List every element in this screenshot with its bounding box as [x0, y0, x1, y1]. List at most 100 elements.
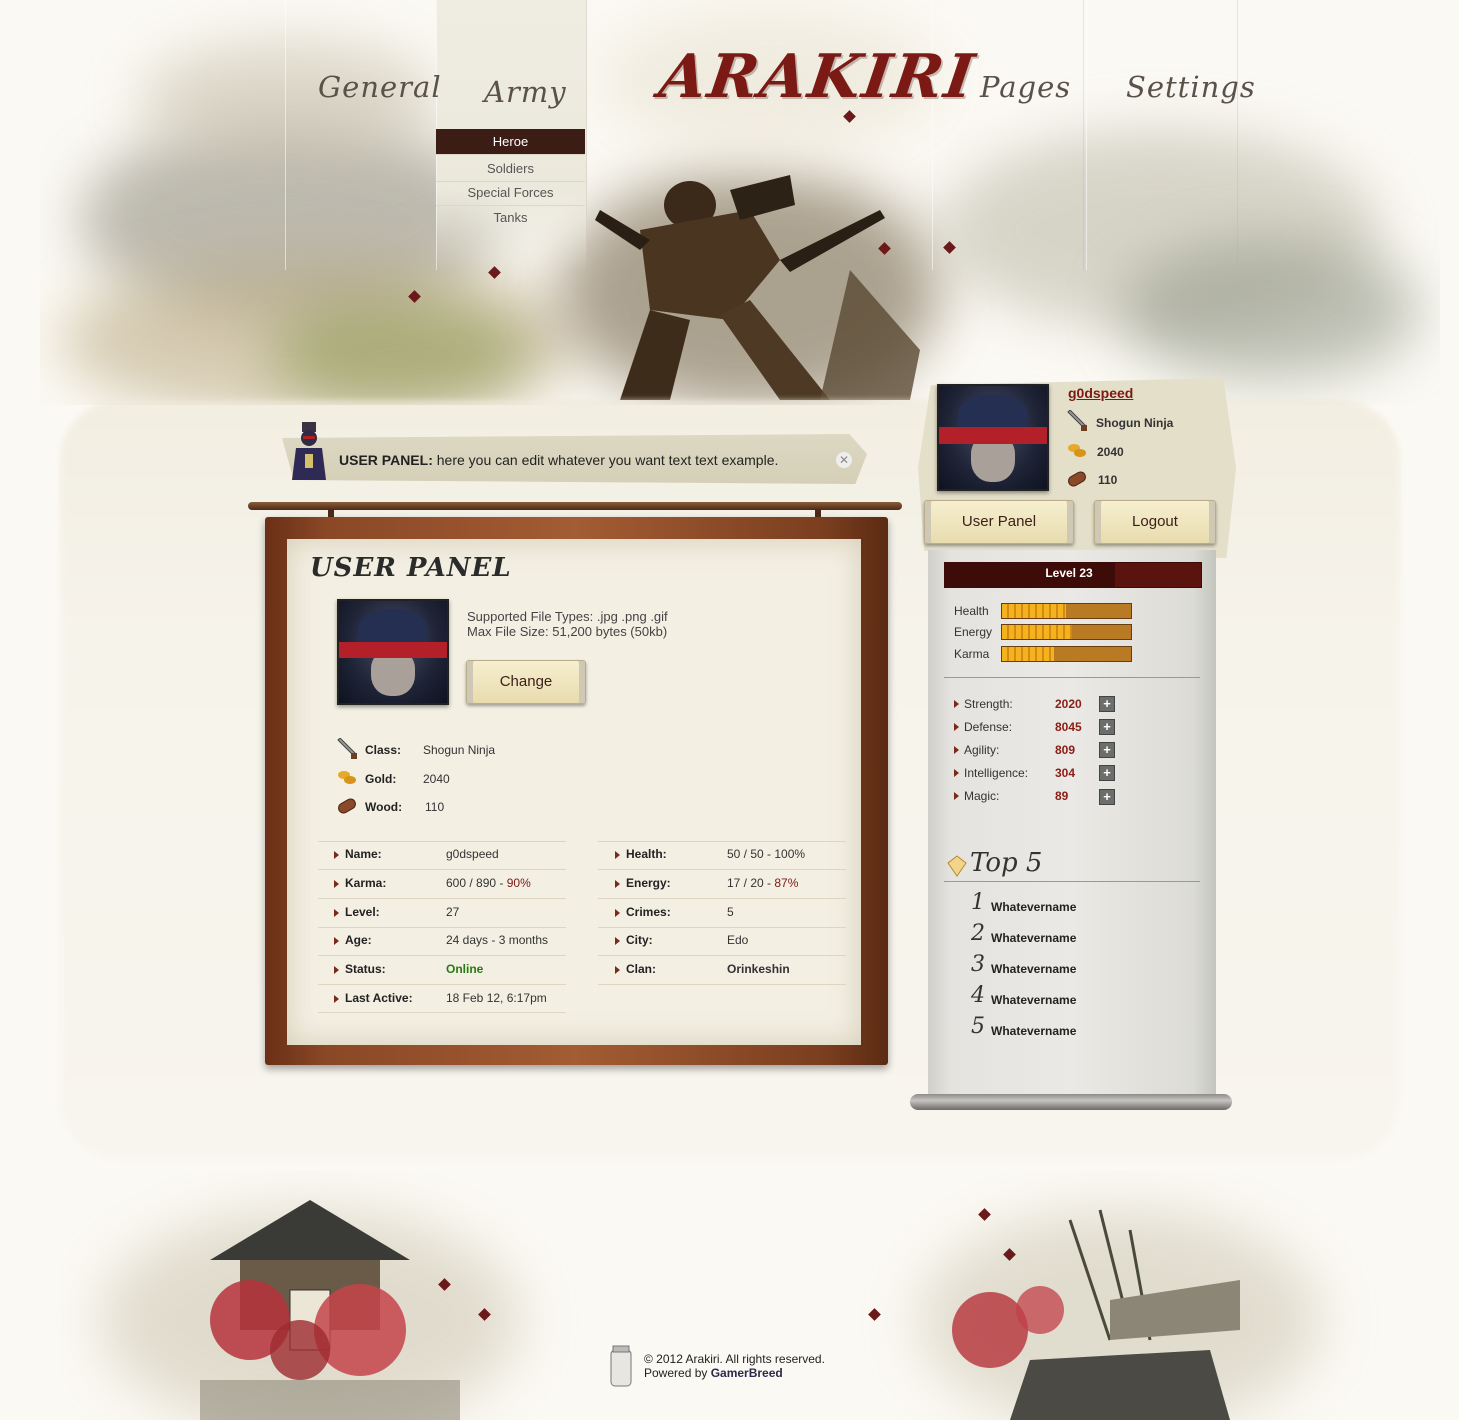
nav-pages[interactable]: Pages [980, 70, 1071, 104]
detail-value: 17 / 20 - 87% [727, 876, 799, 890]
stat-label: Strength: [964, 697, 1013, 711]
board-hanger [248, 502, 902, 510]
detail-value: 24 days - 3 months [446, 933, 549, 947]
stat-value: 809 [1055, 743, 1076, 757]
top-player-name[interactable]: Whatevername [991, 900, 1076, 914]
stat-label: Intelligence: [964, 766, 1029, 780]
notice-title: USER PANEL: [339, 452, 433, 468]
footer-artwork [60, 1170, 1400, 1420]
level-label: Level 23 [1045, 566, 1093, 580]
nav-column [932, 0, 1084, 270]
rank-number: 4 [971, 983, 985, 1008]
top-player-name[interactable]: Whatevername [991, 993, 1076, 1007]
gamerbreed-link[interactable]: GamerBreed [711, 1366, 783, 1380]
top-player-name[interactable]: Whatevername [991, 962, 1076, 976]
detail-value: g0dspeed [446, 847, 499, 861]
submenu-special-forces[interactable]: Special Forces [436, 181, 585, 206]
detail-value: 50 / 50 - 100% [727, 847, 806, 861]
close-icon[interactable]: ✕ [836, 452, 852, 468]
rank-number: 5 [971, 1014, 985, 1039]
temple-illustration [200, 1200, 460, 1420]
detail-label: Crimes: [626, 905, 671, 919]
panel-title: USER PANEL [310, 553, 512, 583]
wood-icon [338, 798, 356, 814]
health-bar-fill [1002, 604, 1066, 618]
stat-value: 304 [1055, 766, 1076, 780]
rank-number: 1 [971, 890, 985, 915]
sidebar-wood: 110 [1098, 473, 1118, 487]
village-illustration [952, 1209, 1240, 1420]
class-value: Shogun Ninja [423, 743, 496, 757]
jar-icon [610, 1345, 632, 1387]
notice-message: here you can edit whatever you want text… [436, 452, 779, 468]
nav-settings[interactable]: Settings [1126, 70, 1256, 104]
status-value: Online [446, 962, 484, 976]
scroll-roller [910, 1094, 1232, 1110]
plus-icon[interactable]: + [1099, 765, 1115, 781]
footer-text: © 2012 Arakiri. All rights reserved. Pow… [644, 1352, 825, 1380]
top-player-name[interactable]: Whatevername [991, 931, 1076, 945]
top-player-name[interactable]: Whatevername [991, 1024, 1076, 1038]
divider [318, 841, 566, 842]
detail-value: 5 [727, 905, 734, 919]
submenu-soldiers[interactable]: Soldiers [436, 157, 585, 182]
nav-column [285, 0, 437, 270]
detail-label: Karma: [345, 876, 387, 890]
bar-label: Health [954, 604, 989, 618]
stat-value: 8045 [1055, 720, 1082, 734]
detail-label: Last Active: [345, 991, 413, 1005]
plus-icon[interactable]: + [1099, 719, 1115, 735]
plus-icon[interactable]: + [1099, 742, 1115, 758]
powered-by: Powered by GamerBreed [644, 1366, 783, 1380]
class-label: Class: [365, 743, 402, 757]
detail-label: Age: [345, 933, 372, 947]
avatar [337, 599, 449, 705]
detail-label: Health: [626, 847, 667, 861]
wood-value: 110 [425, 800, 445, 814]
stat-label: Defense: [964, 720, 1013, 734]
submenu-tanks[interactable]: Tanks [436, 206, 585, 230]
sidebar-avatar [937, 384, 1049, 491]
ninja-icon [292, 422, 326, 480]
submenu-heroe[interactable]: Heroe [436, 129, 585, 155]
bar-label: Energy [954, 625, 993, 639]
user-panel-button[interactable]: User Panel [924, 500, 1074, 544]
clan-value[interactable]: Orinkeshin [727, 962, 790, 976]
rank-number: 2 [971, 921, 985, 946]
plus-icon[interactable]: + [1099, 789, 1115, 805]
copyright: © 2012 Arakiri. All rights reserved. [644, 1352, 825, 1366]
stat-label: Magic: [964, 789, 1000, 803]
logout-button[interactable]: Logout [1094, 500, 1216, 544]
detail-label: Name: [345, 847, 382, 861]
detail-value: 18 Feb 12, 6:17pm [446, 991, 547, 1005]
wood-icon [1068, 471, 1086, 487]
stat-label: Agility: [964, 743, 1000, 757]
detail-label: Energy: [626, 876, 671, 890]
karma-bar-fill [1002, 647, 1054, 661]
sidebar-gold: 2040 [1097, 445, 1124, 459]
site-logo[interactable]: ARAKIRI [655, 42, 980, 112]
nav-column [1086, 0, 1238, 270]
sidebar-class: Shogun Ninja [1096, 416, 1174, 430]
energy-bar-fill [1002, 625, 1072, 639]
detail-value: Edo [727, 933, 749, 947]
top5-title: Top 5 [970, 848, 1043, 878]
detail-label: Level: [345, 905, 380, 919]
plus-icon[interactable]: + [1099, 696, 1115, 712]
gold-label: Gold: [365, 772, 397, 786]
divider [944, 677, 1200, 678]
detail-label: Clan: [626, 962, 656, 976]
nav-general[interactable]: General [318, 70, 442, 104]
nav-army[interactable]: Army [484, 75, 567, 109]
stat-value: 2020 [1055, 697, 1082, 711]
detail-value: 600 / 890 - 90% [446, 876, 531, 890]
sidebar-username[interactable]: g0dspeed [1068, 385, 1133, 401]
change-avatar-button[interactable]: Change [466, 660, 586, 704]
sword-icon [337, 738, 357, 759]
stat-value: 89 [1055, 789, 1069, 803]
gem-icon [947, 855, 967, 877]
sword-icon [1067, 410, 1087, 431]
gold-icon [1068, 444, 1086, 457]
detail-label: City: [626, 933, 653, 947]
gold-value: 2040 [423, 772, 450, 786]
